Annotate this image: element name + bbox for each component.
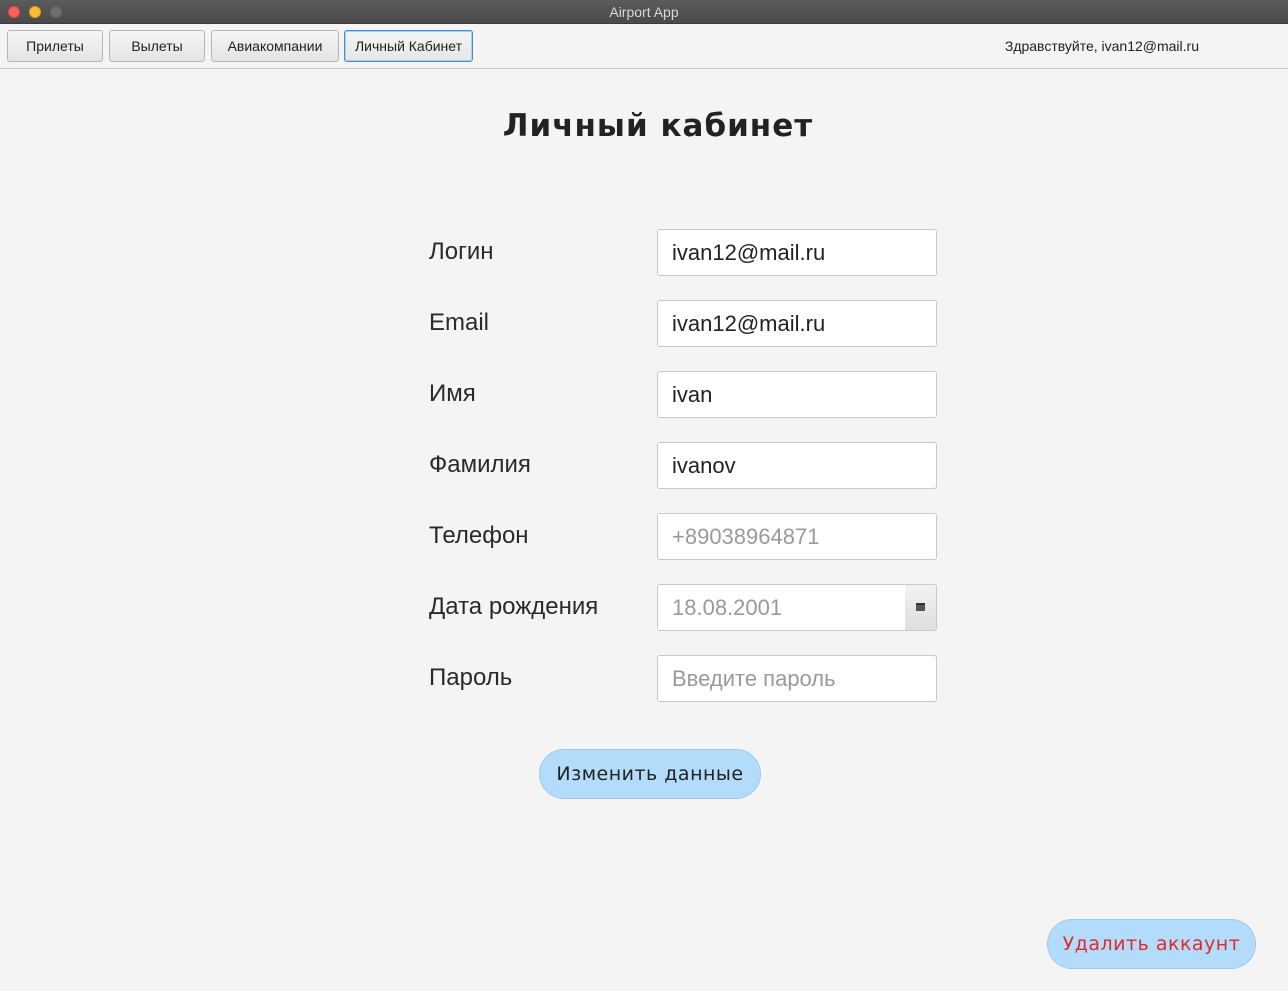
tab-departures[interactable]: Вылеты <box>109 30 205 62</box>
delete-account-button[interactable]: Удалить аккаунт <box>1047 919 1256 969</box>
calendar-icon <box>916 603 925 611</box>
email-field[interactable] <box>657 300 937 347</box>
window-title: Airport App <box>609 4 679 20</box>
calendar-button[interactable] <box>905 585 936 630</box>
phone-label: Телефон <box>429 522 529 549</box>
surname-field[interactable] <box>657 442 937 489</box>
title-bar: Airport App <box>0 0 1288 24</box>
tab-arrivals[interactable]: Прилеты <box>7 30 103 62</box>
user-greeting: Здравствуйте, ivan12@mail.ru <box>1004 38 1199 54</box>
nav-toolbar: Прилеты Вылеты Авиакомпании Личный Кабин… <box>0 24 1288 69</box>
tab-personal-account[interactable]: Личный Кабинет <box>344 30 473 62</box>
login-field[interactable] <box>657 229 937 276</box>
birthdate-field[interactable] <box>658 585 906 630</box>
name-field[interactable] <box>657 371 937 418</box>
email-label: Email <box>429 309 490 336</box>
tab-airlines[interactable]: Авиакомпании <box>211 30 339 62</box>
login-label: Логин <box>429 238 494 265</box>
phone-field[interactable] <box>657 513 937 560</box>
app-window: Airport App Прилеты Вылеты Авиакомпании … <box>0 0 1288 991</box>
birthdate-label: Дата рождения <box>429 593 599 620</box>
name-label: Имя <box>429 380 476 407</box>
password-field[interactable] <box>657 655 937 702</box>
password-label: Пароль <box>429 664 513 691</box>
page-title: Личный кабинет <box>502 108 814 144</box>
surname-label: Фамилия <box>429 451 531 478</box>
birthdate-picker <box>657 584 937 631</box>
edit-data-button[interactable]: Изменить данные <box>539 749 761 799</box>
